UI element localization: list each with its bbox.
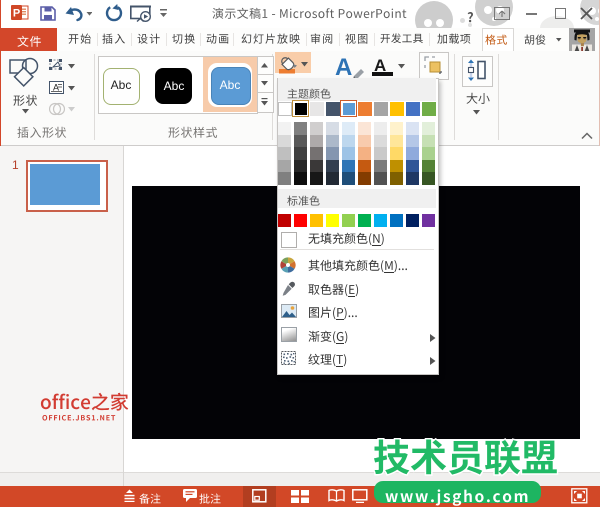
- svg-text:P: P: [13, 8, 20, 20]
